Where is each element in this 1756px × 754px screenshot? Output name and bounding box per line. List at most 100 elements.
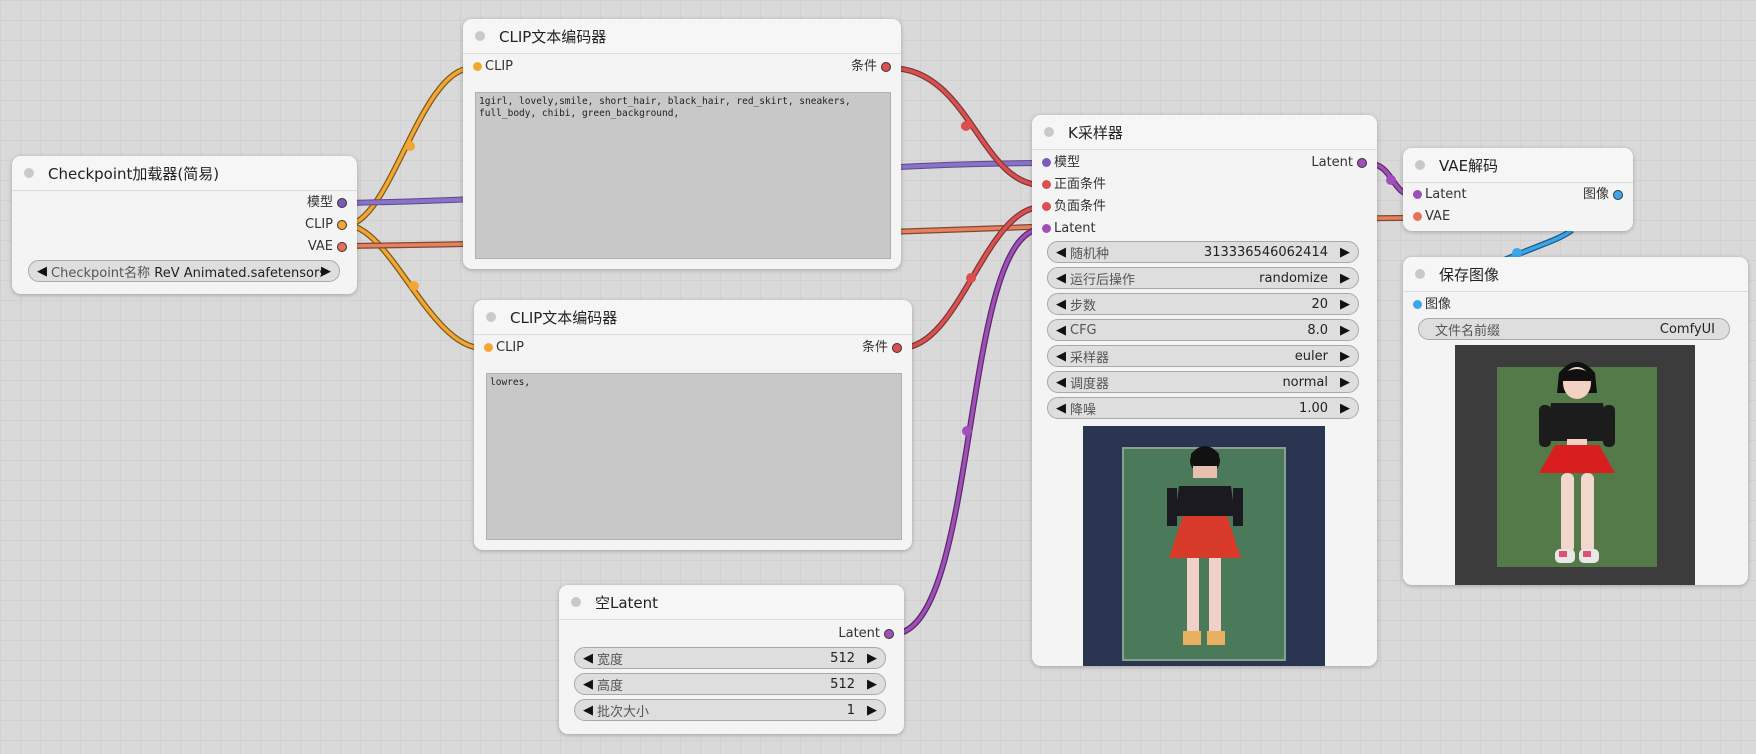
- empty-latent-node[interactable]: 空Latent Latent ◀ 宽度 512 ▶ ◀ 高度 512 ▶ ◀ 批…: [559, 585, 904, 734]
- model-pin-icon[interactable]: [1042, 158, 1051, 167]
- output-image[interactable]: 图像: [1583, 186, 1623, 204]
- batch-size-stepper[interactable]: ◀ 批次大小 1 ▶: [574, 699, 886, 721]
- output-figure-graphic: [1497, 362, 1657, 567]
- slot-label: VAE: [1425, 209, 1451, 224]
- node-header[interactable]: K采样器: [1032, 115, 1377, 150]
- widget-label: 采样器: [1070, 350, 1110, 366]
- clip-text-encode-negative-node[interactable]: CLIP文本编码器 CLIP 条件 lowres,: [474, 300, 912, 550]
- node-header[interactable]: CLIP文本编码器: [474, 300, 912, 335]
- increment-arrow-icon[interactable]: ▶: [1340, 245, 1350, 260]
- node-header[interactable]: CLIP文本编码器: [463, 19, 901, 54]
- input-latent[interactable]: Latent: [1413, 186, 1467, 204]
- increment-arrow-icon[interactable]: ▶: [1340, 271, 1350, 286]
- decrement-arrow-icon[interactable]: ◀: [1056, 297, 1066, 312]
- ckpt-name-combo[interactable]: ◀ Checkpoint名称 ReV Animated.safetensors …: [28, 260, 340, 282]
- cfg-stepper[interactable]: ◀ CFG 8.0 ▶: [1047, 319, 1359, 341]
- sampler-combo[interactable]: ◀ 采样器 euler ▶: [1047, 345, 1359, 367]
- decrement-arrow-icon[interactable]: ◀: [1056, 401, 1066, 416]
- node-title: 空Latent: [595, 593, 659, 612]
- save-image-node[interactable]: 保存图像 图像 文件名前缀 ComfyUI: [1403, 257, 1748, 585]
- denoise-stepper[interactable]: ◀ 降噪 1.00 ▶: [1047, 397, 1359, 419]
- output-clip[interactable]: CLIP: [305, 216, 347, 234]
- increment-arrow-icon[interactable]: ▶: [1340, 349, 1350, 364]
- widget-text: Checkpoint名称 ReV Animated.safetensors: [51, 262, 321, 281]
- conditioning-pin-icon[interactable]: [881, 62, 891, 72]
- height-stepper[interactable]: ◀ 高度 512 ▶: [574, 673, 886, 695]
- prompt-text-input[interactable]: 1girl, lovely,smile, short_hair, black_h…: [475, 92, 891, 259]
- output-vae[interactable]: VAE: [308, 238, 347, 256]
- node-header[interactable]: VAE解码: [1403, 148, 1633, 183]
- latent-pin-icon[interactable]: [1357, 158, 1367, 168]
- input-image[interactable]: 图像: [1413, 296, 1451, 314]
- input-clip[interactable]: CLIP: [473, 58, 513, 76]
- input-model[interactable]: 模型: [1042, 154, 1080, 172]
- output-model[interactable]: 模型: [307, 194, 347, 212]
- increment-arrow-icon[interactable]: ▶: [867, 703, 877, 718]
- model-pin-icon[interactable]: [337, 198, 347, 208]
- widget-label: 降噪: [1070, 402, 1097, 418]
- input-vae[interactable]: VAE: [1413, 208, 1450, 226]
- decrement-arrow-icon[interactable]: ◀: [583, 677, 593, 692]
- decrement-arrow-icon[interactable]: ◀: [1056, 323, 1066, 338]
- decrement-arrow-icon[interactable]: ◀: [1056, 349, 1066, 364]
- decrement-arrow-icon[interactable]: ◀: [1056, 245, 1066, 260]
- latent-pin-icon[interactable]: [884, 629, 894, 639]
- decrement-arrow-icon[interactable]: ◀: [583, 703, 593, 718]
- node-status-dot: [486, 312, 496, 322]
- vae-pin-icon[interactable]: [337, 242, 347, 252]
- width-stepper[interactable]: ◀ 宽度 512 ▶: [574, 647, 886, 669]
- widget-label: 高度: [597, 678, 624, 694]
- vae-decode-node[interactable]: VAE解码 Latent 图像 VAE: [1403, 148, 1633, 231]
- output-latent[interactable]: Latent: [838, 625, 894, 643]
- increment-arrow-icon[interactable]: ▶: [1340, 323, 1350, 338]
- increment-arrow-icon[interactable]: ▶: [1340, 297, 1350, 312]
- decrement-arrow-icon[interactable]: ◀: [37, 264, 47, 279]
- input-clip[interactable]: CLIP: [484, 339, 524, 357]
- control-after-generate-combo[interactable]: ◀ 运行后操作 randomize ▶: [1047, 267, 1359, 289]
- conditioning-pin-icon[interactable]: [1042, 202, 1051, 211]
- node-title: CLIP文本编码器: [510, 308, 618, 327]
- widget-value: 512: [830, 676, 855, 692]
- slot-label: Latent: [1311, 155, 1353, 170]
- steps-stepper[interactable]: ◀ 步数 20 ▶: [1047, 293, 1359, 315]
- image-pin-icon[interactable]: [1413, 300, 1422, 309]
- ksampler-node[interactable]: K采样器 模型 Latent 正面条件 负面条件 Latent ◀ 随机种 31…: [1032, 115, 1377, 666]
- output-conditioning[interactable]: 条件: [851, 58, 891, 76]
- input-latent[interactable]: Latent: [1042, 220, 1096, 238]
- output-conditioning[interactable]: 条件: [862, 339, 902, 357]
- input-negative[interactable]: 负面条件: [1042, 198, 1106, 216]
- widget-value: normal: [1282, 374, 1328, 390]
- slot-label: Latent: [1054, 221, 1096, 236]
- slot-label: 图像: [1582, 187, 1609, 202]
- latent-pin-icon[interactable]: [1042, 224, 1051, 233]
- output-latent[interactable]: Latent: [1311, 154, 1367, 172]
- increment-arrow-icon[interactable]: ▶: [867, 677, 877, 692]
- slot-label: 模型: [306, 195, 333, 210]
- input-positive[interactable]: 正面条件: [1042, 176, 1106, 194]
- clip-pin-icon[interactable]: [484, 343, 493, 352]
- clip-text-encode-positive-node[interactable]: CLIP文本编码器 CLIP 条件 1girl, lovely,smile, s…: [463, 19, 901, 269]
- node-header[interactable]: 保存图像: [1403, 257, 1748, 292]
- node-header[interactable]: Checkpoint加载器(简易): [12, 156, 357, 191]
- filename-prefix-field[interactable]: 文件名前缀 ComfyUI: [1418, 318, 1730, 340]
- prompt-text-input[interactable]: lowres,: [486, 373, 902, 540]
- increment-arrow-icon[interactable]: ▶: [1340, 375, 1350, 390]
- decrement-arrow-icon[interactable]: ◀: [583, 651, 593, 666]
- vae-pin-icon[interactable]: [1413, 212, 1422, 221]
- increment-arrow-icon[interactable]: ▶: [1340, 401, 1350, 416]
- latent-pin-icon[interactable]: [1413, 190, 1422, 199]
- seed-stepper[interactable]: ◀ 随机种 313336546062414 ▶: [1047, 241, 1359, 263]
- clip-pin-icon[interactable]: [473, 62, 482, 71]
- checkpoint-loader-node[interactable]: Checkpoint加载器(简易) 模型 CLIP VAE ◀ Checkpoi…: [12, 156, 357, 294]
- conditioning-pin-icon[interactable]: [892, 343, 902, 353]
- scheduler-combo[interactable]: ◀ 调度器 normal ▶: [1047, 371, 1359, 393]
- image-pin-icon[interactable]: [1613, 190, 1623, 200]
- node-header[interactable]: 空Latent: [559, 585, 904, 620]
- conditioning-pin-icon[interactable]: [1042, 180, 1051, 189]
- clip-pin-icon[interactable]: [337, 220, 347, 230]
- slot-label: 条件: [861, 340, 888, 355]
- increment-arrow-icon[interactable]: ▶: [867, 651, 877, 666]
- decrement-arrow-icon[interactable]: ◀: [1056, 271, 1066, 286]
- increment-arrow-icon[interactable]: ▶: [321, 264, 331, 279]
- decrement-arrow-icon[interactable]: ◀: [1056, 375, 1066, 390]
